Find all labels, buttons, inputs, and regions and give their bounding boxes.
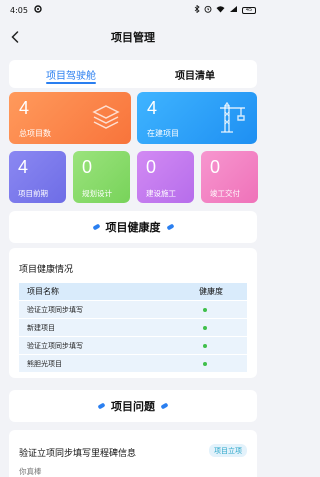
health-table: 项目名称 健康度 验证立项同步填写 新建项目 验证立项同步填写 熊胆光项目 xyxy=(19,283,247,373)
issue-card[interactable]: 验证立项同步填写里程碑信息 项目立项 你真棒 xyxy=(9,430,257,477)
decor-pill-icon xyxy=(97,402,106,410)
issue-section-heading: 项目问题 xyxy=(9,390,257,422)
alarm-icon xyxy=(204,5,212,15)
page-title: 项目管理 xyxy=(111,31,155,44)
wifi-icon xyxy=(216,5,225,15)
health-status-dot xyxy=(203,343,207,348)
crane-icon xyxy=(217,101,247,138)
decor-pill-icon xyxy=(165,223,175,231)
table-row[interactable]: 新建项目 xyxy=(19,319,247,337)
health-status-dot xyxy=(203,325,207,330)
tab-active-indicator xyxy=(46,82,96,84)
status-bar: 4:05 45 xyxy=(0,0,266,20)
signal-icon xyxy=(229,5,238,15)
health-heading-text: 项目健康度 xyxy=(105,221,161,234)
back-button[interactable] xyxy=(6,28,24,46)
tab-cockpit[interactable]: 项目驾驶舱 xyxy=(9,60,133,88)
chevron-left-icon xyxy=(11,31,19,43)
tab-project-list-label: 项目清单 xyxy=(175,70,215,82)
stat-construction-value: 0 xyxy=(146,157,157,177)
decor-pill-icon xyxy=(91,223,101,231)
issue-heading-text: 项目问题 xyxy=(111,400,155,413)
health-card-title: 项目健康情况 xyxy=(19,265,74,275)
health-status-dot xyxy=(203,307,207,312)
issue-stage-tag: 项目立项 xyxy=(209,444,247,457)
stat-active-projects[interactable]: 4 在建项目 xyxy=(137,92,257,144)
layers-icon xyxy=(91,102,121,136)
tab-cockpit-label: 项目驾驶舱 xyxy=(46,70,96,82)
project-name: 验证立项同步填写 xyxy=(27,341,83,350)
stat-construction[interactable]: 0 建设施工 xyxy=(137,151,194,203)
table-header-row: 项目名称 健康度 xyxy=(19,283,247,301)
stat-active-value: 4 xyxy=(147,98,158,118)
column-header-name: 项目名称 xyxy=(27,287,59,296)
health-card: 项目健康情况 项目名称 健康度 验证立项同步填写 新建项目 验证立项同步填写 熊… xyxy=(9,248,257,378)
stat-completion-label: 竣工交付 xyxy=(210,189,240,198)
stat-planning-design-label: 规划设计 xyxy=(82,189,112,198)
battery-level: 45 xyxy=(245,7,253,13)
stat-total-projects[interactable]: 4 总项目数 xyxy=(9,92,131,144)
issue-user: 你真棒 xyxy=(19,467,42,476)
battery-icon: 45 xyxy=(242,6,256,14)
notification-icon xyxy=(34,5,42,15)
stat-pre-stage-label: 项目前期 xyxy=(18,189,48,198)
stat-total-label: 总项目数 xyxy=(19,129,51,138)
project-name: 验证立项同步填写 xyxy=(27,305,83,314)
stat-planning-design-value: 0 xyxy=(82,157,93,177)
table-row[interactable]: 熊胆光项目 xyxy=(19,355,247,373)
tab-bar: 项目驾驶舱 项目清单 xyxy=(9,60,257,88)
stat-total-value: 4 xyxy=(19,98,30,118)
stat-pre-stage[interactable]: 4 项目前期 xyxy=(9,151,66,203)
issue-title: 验证立项同步填写里程碑信息 xyxy=(19,449,137,459)
project-name: 熊胆光项目 xyxy=(27,359,62,368)
status-time: 4:05 xyxy=(10,5,28,15)
decor-pill-icon xyxy=(160,402,169,410)
stat-pre-stage-value: 4 xyxy=(18,157,29,177)
tab-project-list[interactable]: 项目清单 xyxy=(133,60,257,88)
health-status-dot xyxy=(203,361,207,366)
stat-completion-value: 0 xyxy=(210,157,221,177)
bluetooth-icon xyxy=(194,4,200,15)
table-row[interactable]: 验证立项同步填写 xyxy=(19,301,247,319)
nav-bar: 项目管理 xyxy=(0,20,266,54)
stat-planning-design[interactable]: 0 规划设计 xyxy=(73,151,130,203)
stat-construction-label: 建设施工 xyxy=(146,189,176,198)
column-header-health: 健康度 xyxy=(199,287,223,296)
stat-active-label: 在建项目 xyxy=(147,129,179,138)
health-section-heading: 项目健康度 xyxy=(9,211,257,243)
stat-completion[interactable]: 0 竣工交付 xyxy=(201,151,258,203)
table-row[interactable]: 验证立项同步填写 xyxy=(19,337,247,355)
project-name: 新建项目 xyxy=(27,323,55,332)
